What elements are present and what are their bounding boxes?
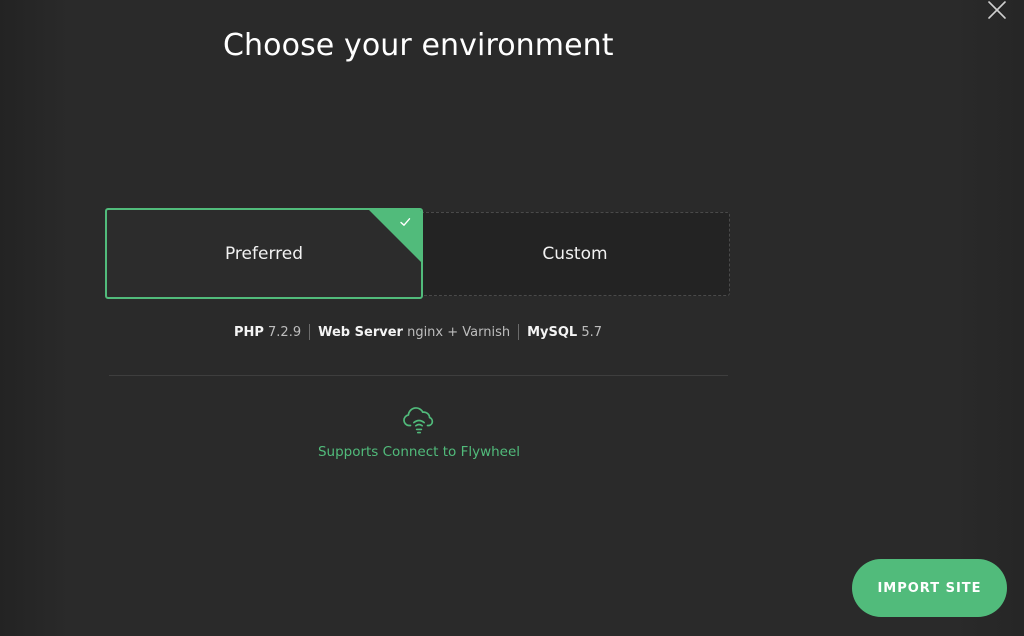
cloud-connect-icon <box>403 407 434 434</box>
spec-key: MySQL <box>527 324 578 340</box>
flywheel-support-link[interactable]: Supports Connect to Flywheel <box>0 444 838 460</box>
env-option-label: Preferred <box>224 243 304 264</box>
close-icon[interactable] <box>985 0 1009 22</box>
env-option-label: Custom <box>542 244 608 264</box>
spec-mysql: MySQL 5.7 <box>519 325 610 340</box>
checkmark-icon <box>400 218 411 226</box>
spec-value: 7.2.9 <box>268 324 302 340</box>
environment-page: Choose your environment Preferred Custom… <box>0 0 1024 636</box>
spec-php: PHP 7.2.9 <box>226 325 309 340</box>
section-divider <box>109 375 728 376</box>
spec-key: PHP <box>233 324 264 340</box>
import-site-button[interactable]: IMPORT SITE <box>852 559 1007 617</box>
env-option-custom[interactable]: Custom <box>421 212 730 296</box>
spec-value: 5.7 <box>581 324 603 340</box>
env-option-preferred[interactable]: Preferred <box>105 208 423 299</box>
page-title: Choose your environment <box>223 28 614 63</box>
environment-specs: PHP 7.2.9 Web Server nginx + Varnish MyS… <box>0 324 836 340</box>
environment-selector: Preferred Custom <box>105 208 730 299</box>
spec-value: nginx + Varnish <box>407 324 511 340</box>
selected-corner-badge <box>368 210 421 263</box>
spec-web-server: Web Server nginx + Varnish <box>310 325 518 340</box>
spec-key: Web Server <box>318 324 403 340</box>
